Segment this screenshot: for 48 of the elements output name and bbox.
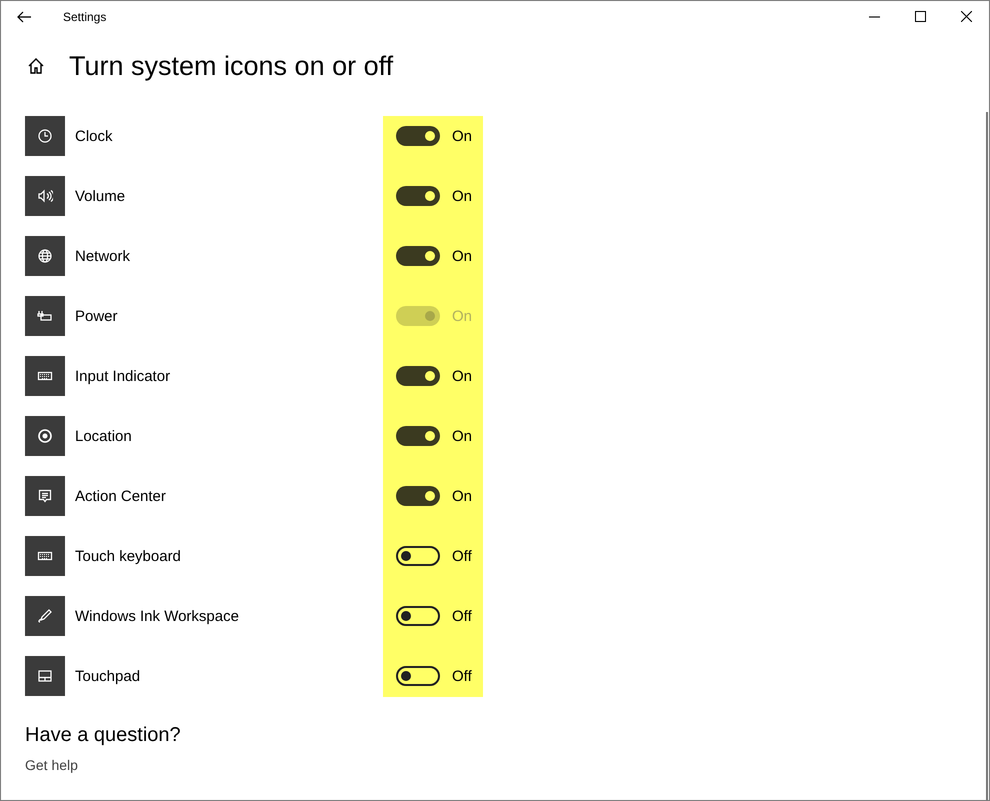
setting-label: Volume bbox=[75, 188, 126, 204]
toggle-switch[interactable] bbox=[396, 426, 440, 446]
globe-icon bbox=[25, 236, 65, 276]
toggle-switch[interactable] bbox=[396, 246, 440, 266]
back-icon[interactable] bbox=[17, 10, 31, 22]
toggle-state-text: On bbox=[452, 248, 472, 264]
toggle-switch[interactable] bbox=[396, 666, 440, 686]
toggle-switch[interactable] bbox=[396, 126, 440, 146]
toggle-state-text: On bbox=[452, 128, 472, 144]
location-icon bbox=[25, 416, 65, 456]
toggle-state-text: On bbox=[452, 368, 472, 384]
get-help-link[interactable]: Get help bbox=[25, 757, 78, 773]
toggle-switch[interactable] bbox=[396, 186, 440, 206]
setting-label: Network bbox=[75, 248, 132, 264]
message-icon bbox=[25, 476, 65, 516]
setting-label: Clock bbox=[75, 128, 114, 144]
toggle-switch[interactable] bbox=[396, 486, 440, 506]
close-icon[interactable] bbox=[960, 11, 972, 22]
pen-icon bbox=[25, 596, 65, 636]
toggle-state-text: On bbox=[452, 308, 472, 324]
toggle-state-text: On bbox=[452, 488, 472, 504]
setting-label: Location bbox=[75, 428, 133, 444]
setting-label: Touchpad bbox=[75, 668, 142, 684]
keyboard-icon bbox=[25, 536, 65, 576]
scrollbar[interactable] bbox=[986, 112, 988, 800]
toggle-switch[interactable] bbox=[396, 366, 440, 386]
touchpad-icon bbox=[25, 656, 65, 696]
toggle-state-text: On bbox=[452, 428, 472, 444]
setting-label: Action Center bbox=[75, 488, 167, 504]
toggle-state-text: Off bbox=[452, 548, 472, 564]
window-title: Settings bbox=[63, 10, 106, 24]
toggle-state-text: Off bbox=[452, 668, 472, 684]
clock-icon bbox=[25, 116, 65, 156]
setting-label: Touch keyboard bbox=[75, 548, 182, 564]
setting-label: Input Indicator bbox=[75, 368, 172, 384]
setting-label: Windows Ink Workspace bbox=[75, 608, 240, 624]
toggle-switch[interactable] bbox=[396, 546, 440, 566]
help-heading: Have a question? bbox=[25, 724, 182, 747]
setting-label: Power bbox=[75, 308, 119, 324]
home-icon[interactable] bbox=[27, 57, 45, 75]
toggle-state-text: Off bbox=[452, 608, 472, 624]
speaker-icon bbox=[25, 176, 65, 216]
page-title: Turn system icons on or off bbox=[69, 50, 394, 82]
maximize-icon[interactable] bbox=[914, 11, 926, 22]
battery-plug-icon bbox=[25, 296, 65, 336]
toggle-switch[interactable] bbox=[396, 606, 440, 626]
keyboard-icon bbox=[25, 356, 65, 396]
toggle-state-text: On bbox=[452, 188, 472, 204]
